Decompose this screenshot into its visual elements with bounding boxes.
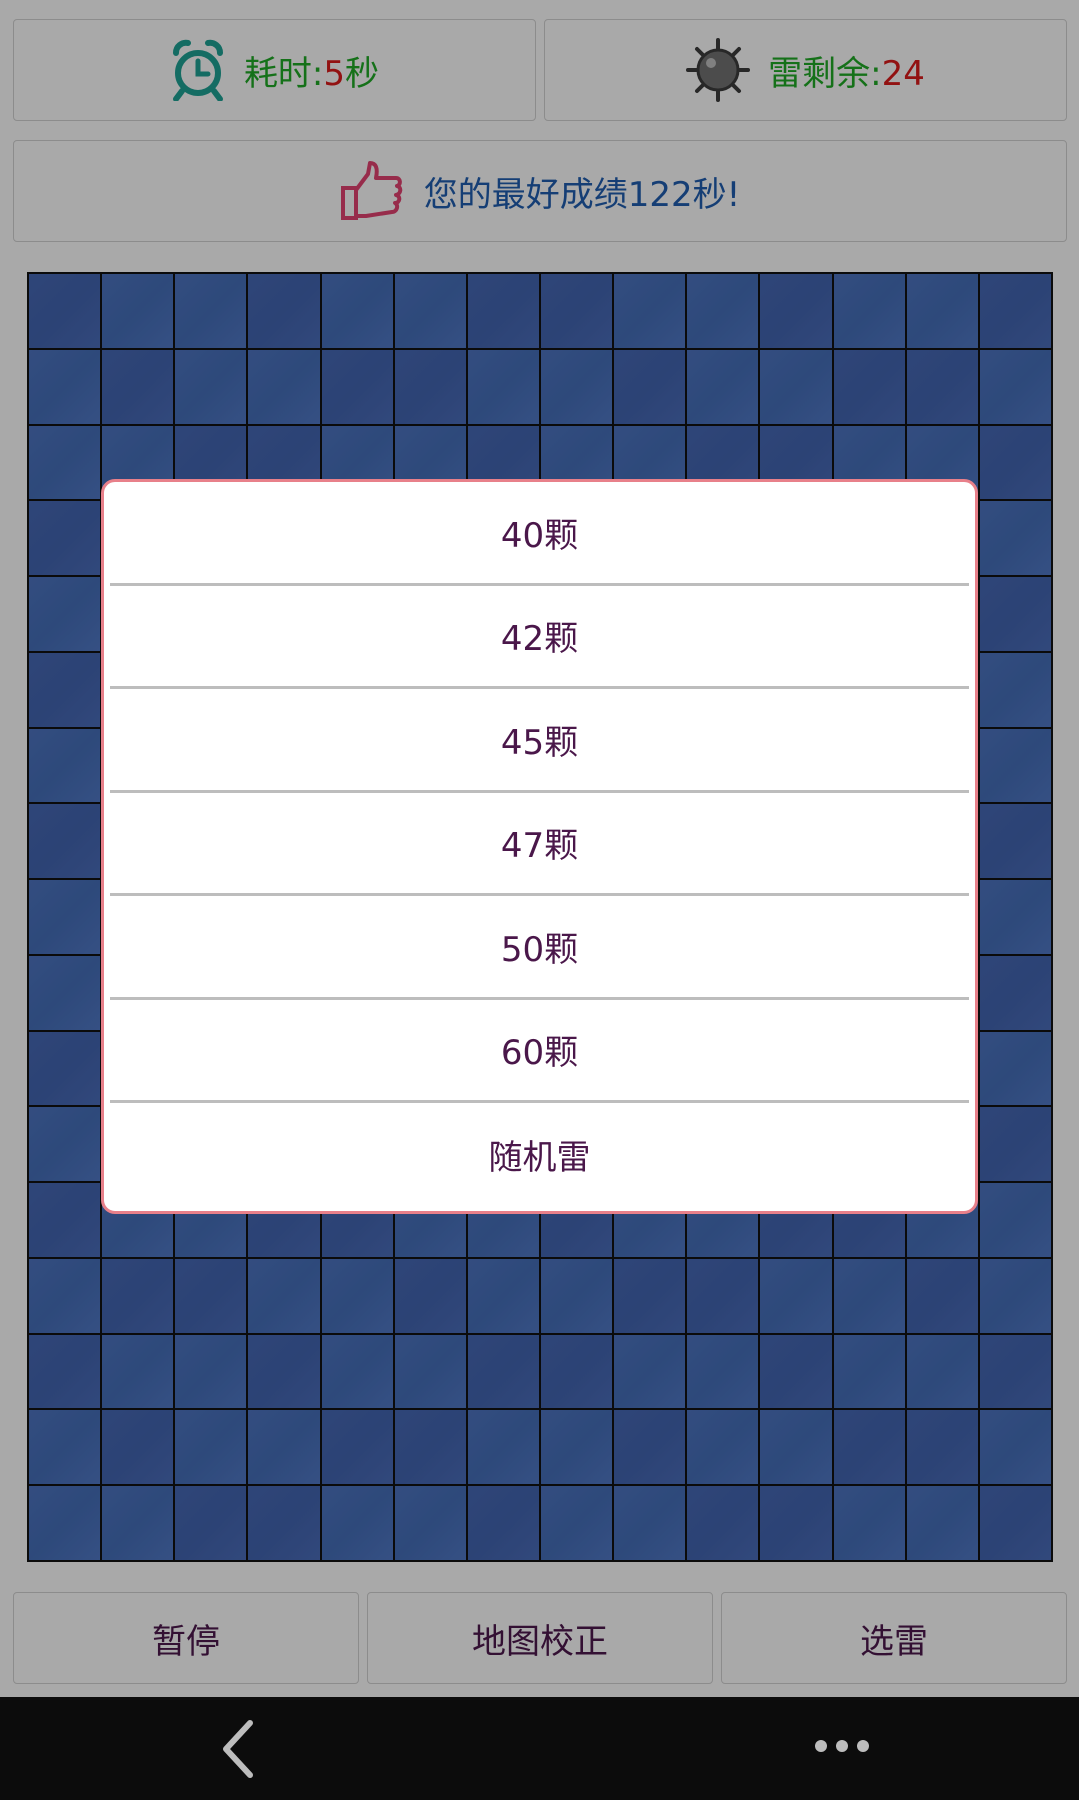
navigation-bar: [0, 1697, 1079, 1800]
mine-count-dialog: 40颗 42颗 45颗 47颗 50颗 60颗 随机雷: [101, 479, 978, 1214]
mine-count-option[interactable]: 40颗: [110, 482, 969, 586]
mine-count-option[interactable]: 随机雷: [110, 1103, 969, 1207]
more-icon[interactable]: [812, 1737, 872, 1759]
mine-count-option[interactable]: 42颗: [110, 586, 969, 689]
back-icon[interactable]: [218, 1719, 258, 1783]
mine-count-option[interactable]: 47颗: [110, 793, 969, 896]
mine-count-option[interactable]: 45颗: [110, 689, 969, 793]
mine-count-option[interactable]: 60颗: [110, 1000, 969, 1103]
mine-count-option[interactable]: 50颗: [110, 896, 969, 1000]
